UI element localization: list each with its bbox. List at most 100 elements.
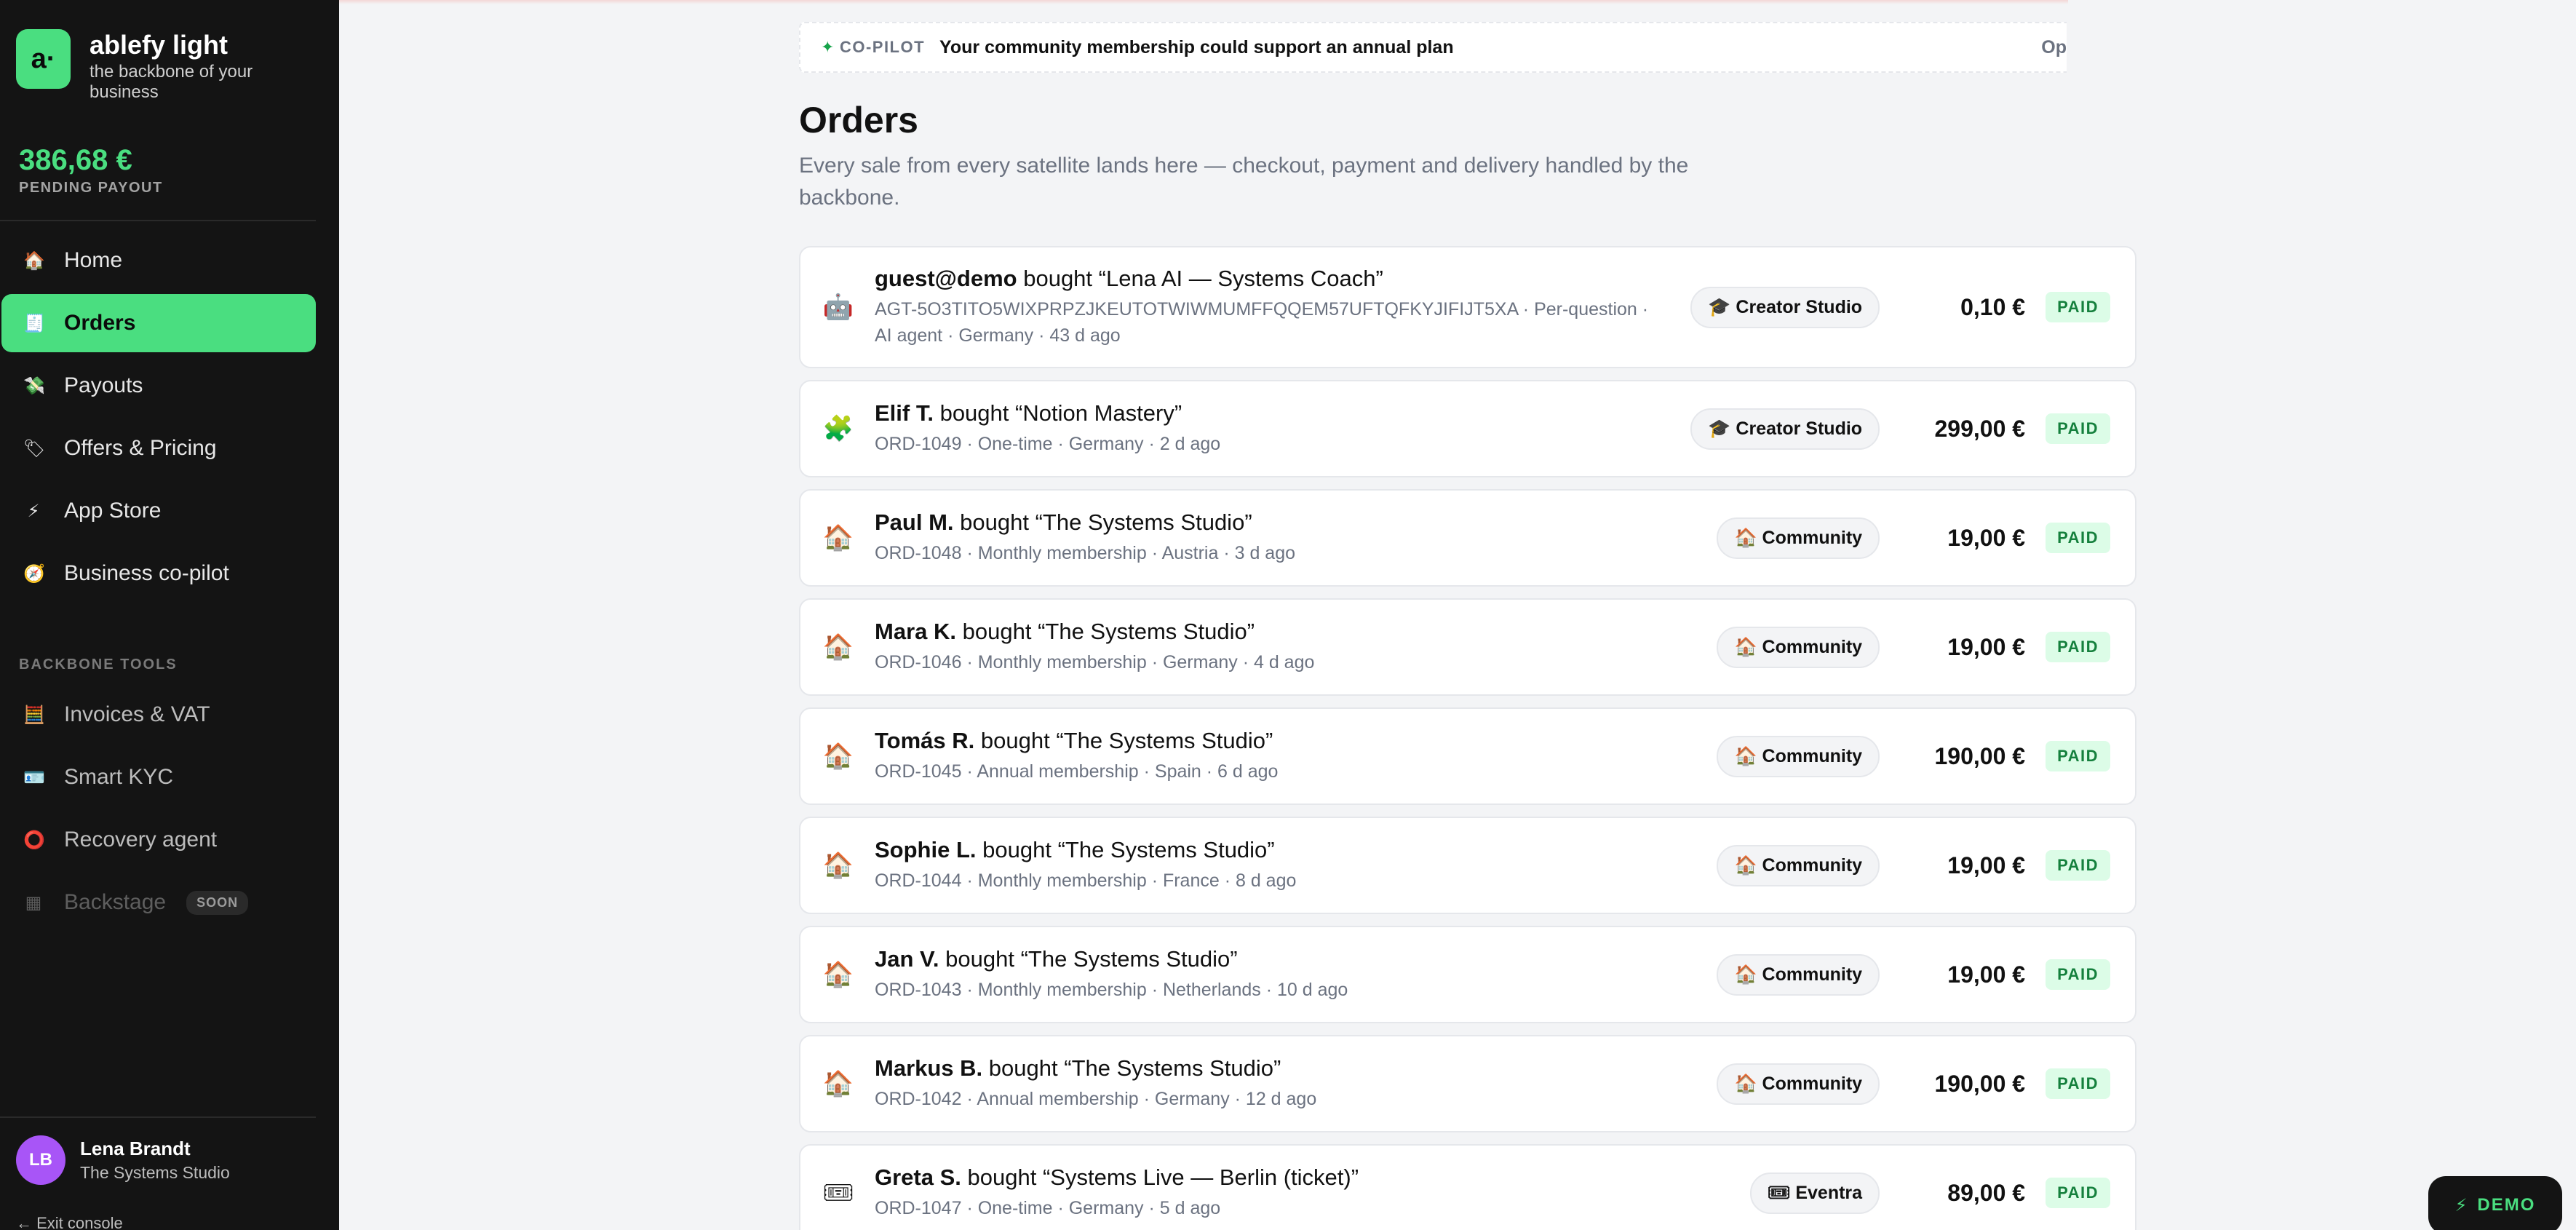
nav-label: Orders — [64, 311, 136, 335]
exit-console-link[interactable]: ← Exit console — [16, 1214, 123, 1230]
nav-label: Business co-pilot — [64, 561, 229, 585]
payout-label: PENDING PAYOUT — [19, 180, 163, 196]
orders-list: 🤖 guest@demo bought “Lena AI — Systems C… — [799, 246, 2136, 1230]
tag-icon: 🏷 — [23, 438, 46, 459]
house-icon: 🏠 — [822, 524, 854, 552]
order-row[interactable]: 🏠 Mara K. bought “The Systems Studio” OR… — [799, 598, 2136, 696]
brand[interactable]: a· ablefy light the backbone of your bus… — [16, 29, 279, 102]
order-amount: 19,00 € — [1947, 961, 2026, 988]
copilot-tag: ✦ CO-PILOT — [821, 38, 926, 56]
grid-icon: ▦ — [25, 892, 42, 913]
order-row[interactable]: 🏠 Paul M. bought “The Systems Studio” OR… — [799, 489, 2136, 587]
main-nav: 🏠 Home 🧾 Orders 💸 Payouts 🏷 Offers & Pri… — [0, 231, 316, 607]
tools-nav: 🧮 Invoices & VAT 🪪 Smart KYC ⭕ Recovery … — [0, 686, 316, 936]
order-meta: ORD-1047 · One-time · Germany · 5 d ago — [875, 1197, 1221, 1218]
order-meta: ORD-1043 · Monthly membership · Netherla… — [875, 979, 1348, 1000]
order-title: Jan V. bought “The Systems Studio” — [875, 945, 1238, 972]
pending-payout: 386,68 € PENDING PAYOUT — [19, 144, 163, 197]
sidebar-divider — [0, 220, 316, 221]
nav-item-copilot[interactable]: 🧭 Business co-pilot — [1, 544, 316, 603]
copilot-message: Your community membership could support … — [939, 36, 1454, 57]
robot-icon: 🤖 — [822, 293, 854, 321]
nav-item-app-store[interactable]: ⚡ App Store — [1, 482, 316, 540]
user-profile[interactable]: LB Lena Brandt The Systems Studio — [16, 1135, 230, 1185]
nav-item-orders[interactable]: 🧾 Orders — [1, 294, 316, 352]
lightning-icon: ⚡ — [27, 501, 40, 521]
copilot-action[interactable]: Op — [2041, 37, 2067, 58]
status-badge: PAID — [2046, 850, 2110, 881]
order-amount: 19,00 € — [1947, 852, 2026, 878]
brand-tagline: the backbone of your business — [90, 62, 253, 102]
nav-item-invoices[interactable]: 🧮 Invoices & VAT — [1, 686, 316, 744]
order-amount: 89,00 € — [1947, 1179, 2026, 1206]
nav-label: Backstage — [64, 890, 167, 914]
source-chip: 🏠 Community — [1717, 1063, 1880, 1105]
status-badge: PAID — [2046, 632, 2110, 662]
order-row[interactable]: 🏠 Tomás R. bought “The Systems Studio” O… — [799, 707, 2136, 805]
order-amount: 19,00 € — [1947, 633, 2026, 660]
nav-item-payouts[interactable]: 💸 Payouts — [1, 357, 316, 415]
order-row[interactable]: 🏠 Jan V. bought “The Systems Studio” ORD… — [799, 926, 2136, 1023]
order-row[interactable]: 🎟 Greta S. bought “Systems Live — Berlin… — [799, 1144, 2136, 1230]
house-icon: 🏠 — [822, 852, 854, 879]
order-title: Paul M. bought “The Systems Studio” — [875, 509, 1252, 535]
status-badge: PAID — [2046, 741, 2110, 771]
home-icon: 🏠 — [23, 250, 45, 271]
page-title: Orders — [799, 100, 918, 140]
order-title: Mara K. bought “The Systems Studio” — [875, 618, 1255, 644]
sparkle-icon: ✦ — [821, 38, 835, 56]
top-fade — [339, 0, 2068, 4]
order-meta: AGT-5O3TITO5WIXPRPZJKEUTOTWIWMUMFFQQEM57… — [875, 298, 1649, 346]
house-icon: 🏠 — [822, 742, 854, 770]
order-row[interactable]: 🤖 guest@demo bought “Lena AI — Systems C… — [799, 246, 2136, 368]
receipt-icon: 🧾 — [23, 313, 45, 333]
page-subtitle: Every sale from every satellite lands he… — [799, 154, 1689, 210]
avatar: LB — [16, 1135, 65, 1185]
user-name: Lena Brandt — [80, 1138, 191, 1159]
order-amount: 190,00 € — [1934, 1070, 2026, 1097]
nav-label: Smart KYC — [64, 765, 174, 789]
id-card-icon: 🪪 — [23, 767, 45, 787]
order-title: Greta S. bought “Systems Live — Berlin (… — [875, 1164, 1359, 1190]
order-amount: 190,00 € — [1934, 742, 2026, 769]
order-meta: ORD-1042 · Annual membership · Germany ·… — [875, 1088, 1317, 1109]
order-title: guest@demo bought “Lena AI — Systems Coa… — [875, 265, 1383, 291]
order-title: Sophie L. bought “The Systems Studio” — [875, 836, 1275, 862]
order-meta: ORD-1049 · One-time · Germany · 2 d ago — [875, 433, 1221, 454]
nav-item-offers[interactable]: 🏷 Offers & Pricing — [1, 419, 316, 477]
order-meta: ORD-1045 · Annual membership · Spain · 6… — [875, 761, 1279, 782]
status-badge: PAID — [2046, 959, 2110, 990]
nav-label: Payouts — [64, 373, 143, 397]
house-icon: 🏠 — [822, 961, 854, 988]
order-amount: 0,10 € — [1960, 293, 2026, 320]
logo-icon: a· — [16, 29, 71, 89]
sidebar: a· ablefy light the backbone of your bus… — [0, 0, 339, 1230]
order-row[interactable]: 🏠 Sophie L. bought “The Systems Studio” … — [799, 817, 2136, 914]
nav-label: Invoices & VAT — [64, 702, 210, 726]
order-amount: 299,00 € — [1934, 415, 2026, 442]
sidebar-divider — [0, 1116, 316, 1118]
nav-item-backstage: ▦ Backstage SOON — [1, 873, 316, 932]
source-chip: 🏠 Community — [1717, 517, 1880, 559]
order-title: Elif T. bought “Notion Mastery” — [875, 400, 1182, 426]
demo-label: DEMO — [2477, 1195, 2536, 1215]
status-badge: PAID — [2046, 1178, 2110, 1208]
order-row[interactable]: 🏠 Markus B. bought “The Systems Studio” … — [799, 1035, 2136, 1132]
source-chip: 🏠 Community — [1717, 626, 1880, 668]
source-chip: 🏠 Community — [1717, 735, 1880, 777]
nav-label: Recovery agent — [64, 828, 218, 852]
source-chip: 🏠 Community — [1717, 844, 1880, 886]
nav-item-home[interactable]: 🏠 Home — [1, 231, 316, 290]
order-row[interactable]: 🧩 Elif T. bought “Notion Mastery” ORD-10… — [799, 380, 2136, 477]
puzzle-icon: 🧩 — [822, 415, 854, 443]
status-badge: PAID — [2046, 1068, 2110, 1099]
brand-name: ablefy light — [90, 30, 228, 60]
source-chip: 🎓 Creator Studio — [1690, 286, 1880, 328]
soon-badge: SOON — [186, 890, 249, 915]
nav-item-kyc[interactable]: 🪪 Smart KYC — [1, 748, 316, 806]
copilot-banner[interactable]: ✦ CO-PILOT Your community membership coul… — [799, 22, 2067, 73]
calculator-icon: 🧮 — [23, 705, 45, 725]
demo-button[interactable]: ⚡ DEMO — [2428, 1176, 2562, 1230]
nav-item-recovery[interactable]: ⭕ Recovery agent — [1, 811, 316, 869]
order-meta: ORD-1048 · Monthly membership · Austria … — [875, 542, 1296, 563]
